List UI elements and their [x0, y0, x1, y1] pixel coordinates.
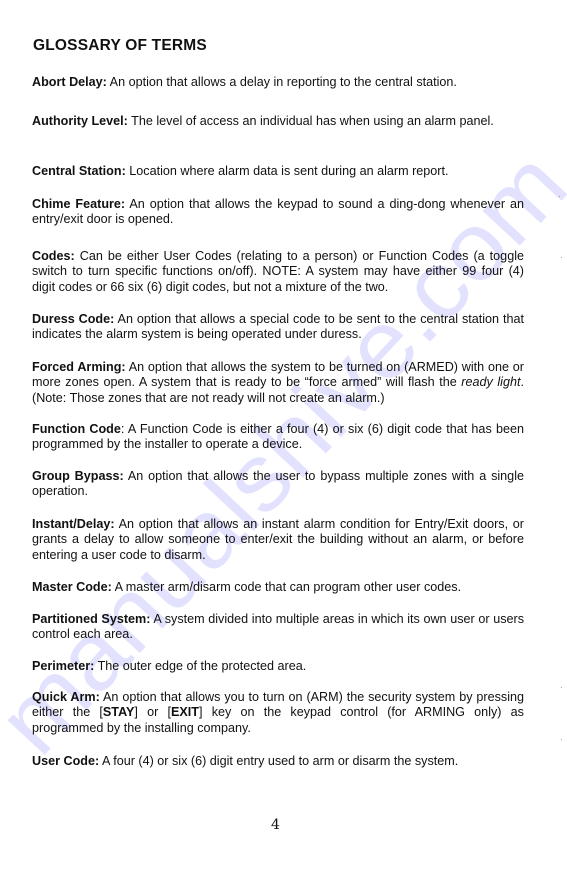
glossary-entry-function-code: Function Code: A Function Code is either…	[32, 422, 524, 453]
term: Quick Arm:	[32, 690, 100, 704]
glossary-entry-quick-arm: Quick Arm: An option that allows you to …	[32, 690, 524, 736]
glossary-entry-duress-code: Duress Code: An option that allows a spe…	[32, 312, 524, 343]
term: Forced Arming:	[32, 360, 126, 374]
term: Instant/Delay:	[32, 517, 115, 531]
term: Partitioned System:	[32, 612, 151, 626]
term: Central Station:	[32, 164, 126, 178]
term: Abort Delay:	[32, 75, 107, 89]
key-exit: EXIT	[171, 705, 199, 720]
scan-speck: ·	[558, 192, 561, 201]
glossary-entry-authority-level: Authority Level: The level of access an …	[32, 114, 524, 129]
glossary-entry-central-station: Central Station: Location where alarm da…	[32, 164, 524, 179]
definition-mid: ] or [	[134, 705, 171, 720]
glossary-entry-chime-feature: Chime Feature: An option that allows the…	[32, 197, 524, 228]
glossary-entry-master-code: Master Code: A master arm/disarm code th…	[32, 580, 524, 595]
term: Duress Code:	[32, 312, 115, 326]
definition: Can be either User Codes (relating to a …	[32, 249, 524, 294]
term: Function Code	[32, 422, 121, 436]
definition: An option that allows a delay in reporti…	[106, 75, 457, 89]
document-page: manualshive.com GLOSSARY OF TERMS Abort …	[0, 0, 567, 891]
definition: The outer edge of the protected area.	[94, 659, 307, 673]
definition: A master arm/disarm code that can progra…	[111, 580, 462, 594]
key-stay: STAY	[102, 705, 135, 720]
term: Perimeter:	[32, 659, 95, 673]
definition: The level of access an individual has wh…	[127, 114, 494, 128]
glossary-entry-instant-delay: Instant/Delay: An option that allows an …	[32, 517, 524, 563]
scan-speck: ·	[560, 253, 563, 262]
term: User Code:	[32, 754, 100, 768]
glossary-entry-forced-arming: Forced Arming: An option that allows the…	[32, 360, 524, 406]
glossary-entry-group-bypass: Group Bypass: An option that allows the …	[32, 469, 524, 500]
scan-speck: ·	[560, 683, 563, 692]
term: Group Bypass:	[32, 469, 124, 483]
term: Chime Feature:	[32, 197, 126, 211]
term: Authority Level:	[32, 114, 128, 128]
scan-speck: ·	[560, 735, 563, 744]
glossary-entry-user-code: User Code: A four (4) or six (6) digit e…	[32, 754, 524, 769]
glossary-entry-partitioned-system: Partitioned System: A system divided int…	[32, 612, 524, 643]
term: Codes:	[32, 249, 75, 263]
glossary-entry-abort-delay: Abort Delay: An option that allows a del…	[32, 75, 524, 90]
page-title: GLOSSARY OF TERMS	[33, 37, 207, 54]
page-number: 4	[271, 817, 280, 833]
definition-italic: ready light	[461, 375, 521, 390]
term: Master Code:	[32, 580, 112, 594]
definition: A four (4) or six (6) digit entry used t…	[99, 754, 459, 768]
glossary-entry-codes: Codes: Can be either User Codes (relatin…	[32, 249, 524, 295]
glossary-entry-perimeter: Perimeter: The outer edge of the protect…	[32, 659, 524, 674]
definition: Location where alarm data is sent during…	[125, 164, 449, 178]
